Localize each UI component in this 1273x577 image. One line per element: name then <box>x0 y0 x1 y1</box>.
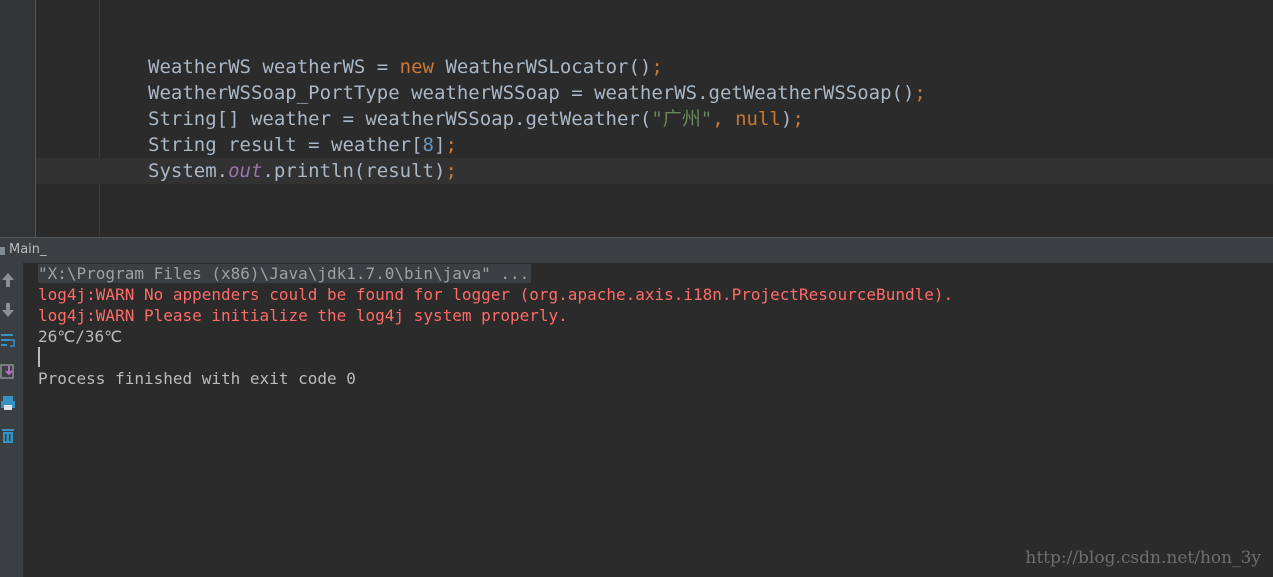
console-output[interactable]: "X:\Program Files (x86)\Java\jdk1.7.0\bi… <box>24 263 1273 577</box>
editor-gutter <box>0 0 36 237</box>
console-warn-line-2: log4j:WARN Please initialize the log4j s… <box>38 306 568 325</box>
code-editor[interactable]: WeatherWS weatherWS = new WeatherWSLocat… <box>0 0 1273 237</box>
console-exit-line: Process finished with exit code 0 <box>38 369 356 388</box>
indent-guide <box>99 0 100 237</box>
code-line-3[interactable]: String[] weather = weatherWSSoap.getWeat… <box>148 106 804 132</box>
soft-wrap-icon[interactable] <box>0 330 16 352</box>
up-arrow-icon[interactable] <box>0 269 16 291</box>
code-line-4[interactable]: String result = weather[8]; <box>148 132 457 158</box>
console-result-line: 26℃/36℃ <box>38 327 123 346</box>
clear-trash-icon[interactable] <box>0 424 16 446</box>
text-caret <box>38 347 40 367</box>
scroll-to-end-icon[interactable] <box>0 360 16 382</box>
console-warn-line-1: log4j:WARN No appenders could be found f… <box>38 285 954 304</box>
print-icon[interactable] <box>0 392 16 414</box>
run-tab-icon <box>0 247 5 255</box>
console-command-line: "X:\Program Files (x86)\Java\jdk1.7.0\bi… <box>38 264 532 283</box>
code-line-2[interactable]: WeatherWSSoap_PortType weatherWSSoap = w… <box>148 80 926 106</box>
code-line-1[interactable]: WeatherWS weatherWS = new WeatherWSLocat… <box>148 54 663 80</box>
run-tab-main[interactable]: Main_ <box>9 242 47 257</box>
watermark: http://blog.csdn.net/hon_3y <box>1025 548 1261 568</box>
run-toolbar <box>0 263 24 577</box>
down-arrow-icon[interactable] <box>0 299 16 321</box>
run-panel-header: Main_ <box>0 237 1273 263</box>
code-line-5[interactable]: System.out.println(result); <box>148 158 457 184</box>
